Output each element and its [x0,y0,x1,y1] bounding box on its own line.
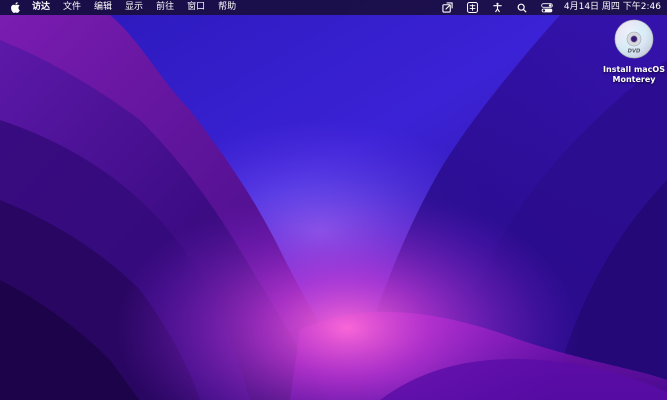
menu-view[interactable]: 显示 [125,0,143,15]
menu-go[interactable]: 前往 [156,0,174,15]
menu-help[interactable]: 帮助 [218,0,236,15]
disc-label: DVD [628,49,641,55]
menu-bar: 访达 文件 编辑 显示 前往 窗口 帮助 4月14日 周四 下午2:46 [0,0,667,15]
wallpaper [0,0,667,400]
search-icon[interactable] [516,2,529,13]
desktop-icon-label-line1: Install macOS [603,65,665,74]
screen-share-icon[interactable] [441,2,454,13]
desktop-icon-label: Install macOS Monterey [603,65,665,85]
desktop-screen[interactable]: 访达 文件 编辑 显示 前往 窗口 帮助 4月14日 周四 下午2:46 DVD… [0,0,667,400]
menu-file[interactable]: 文件 [63,0,81,15]
desktop-icon-install-macos[interactable]: DVD Install macOS Monterey [602,19,666,85]
control-center-icon[interactable] [541,2,554,13]
desktop-icon-label-line2: Monterey [612,75,656,84]
accessibility-icon[interactable] [491,2,504,13]
input-method-icon[interactable] [466,2,479,13]
menu-clock[interactable]: 4月14日 周四 下午2:46 [564,0,661,15]
dvd-disc-icon[interactable]: DVD [614,19,654,59]
menu-app-finder[interactable]: 访达 [32,0,50,15]
apple-logo-icon[interactable] [10,2,20,14]
menu-edit[interactable]: 编辑 [94,0,112,15]
menu-window[interactable]: 窗口 [187,0,205,15]
